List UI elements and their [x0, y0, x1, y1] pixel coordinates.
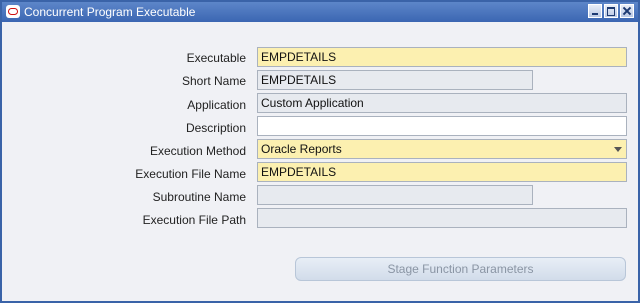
title-bar: Concurrent Program Executable	[2, 2, 638, 22]
executable-label: Executable	[186, 51, 246, 65]
executable-field[interactable]: EMPDETAILS	[257, 47, 627, 67]
execution-file-name-field[interactable]: EMPDETAILS	[257, 162, 627, 182]
application-label: Application	[187, 98, 246, 112]
oracle-logo-icon	[6, 5, 20, 18]
close-icon[interactable]	[620, 4, 634, 18]
execution-method-value: Oracle Reports	[261, 142, 342, 156]
maximize-icon[interactable]	[604, 4, 618, 18]
concurrent-program-executable-window: Concurrent Program Executable Executable…	[0, 0, 640, 303]
stage-function-parameters-button[interactable]: Stage Function Parameters	[295, 257, 626, 281]
execution-method-label: Execution Method	[149, 144, 246, 158]
description-field[interactable]	[257, 116, 627, 136]
minimize-icon[interactable]	[588, 4, 602, 18]
application-field[interactable]: Custom Application	[257, 93, 627, 113]
subroutine-name-label: Subroutine Name	[152, 190, 246, 204]
description-label: Description	[185, 121, 246, 135]
subroutine-name-field[interactable]	[257, 185, 533, 205]
execution-file-name-label: Execution File Name	[135, 167, 246, 181]
short-name-label: Short Name	[181, 74, 246, 88]
execution-file-path-field[interactable]	[257, 208, 627, 228]
short-name-field[interactable]: EMPDETAILS	[257, 70, 533, 90]
window-title: Concurrent Program Executable	[24, 5, 196, 19]
chevron-down-icon[interactable]	[614, 147, 622, 152]
execution-method-dropdown[interactable]: Oracle Reports	[257, 139, 627, 159]
execution-file-path-label: Execution File Path	[142, 213, 246, 227]
